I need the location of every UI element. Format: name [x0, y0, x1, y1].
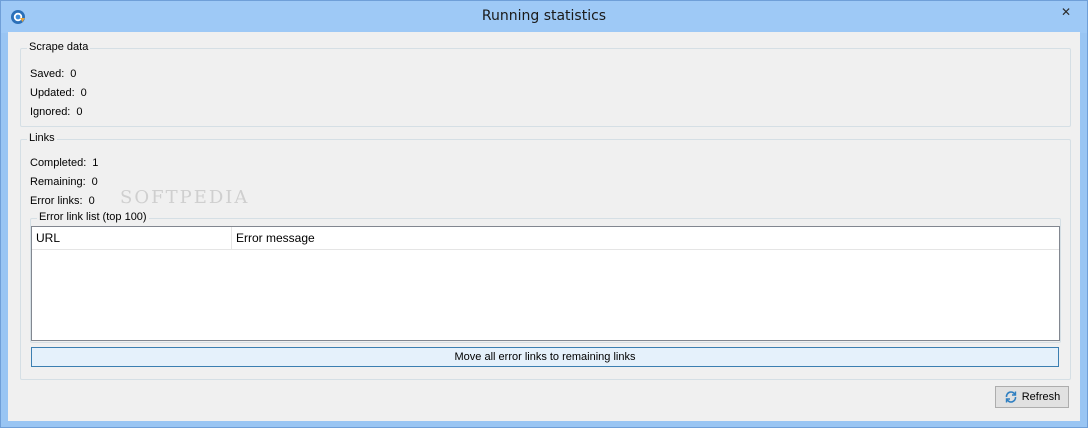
updated-value: 0: [80, 87, 87, 99]
move-error-links-button[interactable]: Move all error links to remaining links: [31, 347, 1059, 367]
links-group: Links Completed: 1 Remaining: 0 Error link…: [20, 132, 1071, 380]
error-links-label: Error links:: [30, 195, 83, 207]
scrape-data-group: Scrape data Saved: 0 Updated: 0 Ignored: 0: [20, 41, 1071, 127]
close-icon: ✕: [1060, 5, 1072, 19]
refresh-button[interactable]: Refresh: [995, 386, 1069, 408]
updated-row: Updated: 0: [30, 86, 87, 100]
error-links-value: 0: [88, 195, 95, 207]
updated-label: Updated:: [30, 87, 75, 99]
remaining-row: Remaining: 0: [30, 175, 98, 189]
saved-label: Saved:: [30, 68, 65, 80]
remaining-value: 0: [91, 176, 98, 188]
remaining-label: Remaining:: [30, 176, 86, 188]
table-header: URL Error message: [32, 227, 1059, 250]
refresh-icon: [1005, 391, 1017, 403]
refresh-label: Refresh: [1021, 391, 1061, 403]
column-header-error-message[interactable]: Error message: [232, 227, 1059, 249]
ignored-row: Ignored: 0: [30, 105, 83, 119]
saved-value: 0: [70, 68, 77, 80]
column-header-url[interactable]: URL: [32, 227, 232, 249]
softpedia-watermark: SOFTPEDIA: [120, 187, 250, 208]
completed-label: Completed:: [30, 157, 87, 169]
window-title: Running statistics: [481, 8, 607, 24]
saved-row: Saved: 0: [30, 67, 76, 81]
completed-value: 1: [92, 157, 99, 169]
title-bar[interactable]: Running statistics ✕: [1, 1, 1087, 33]
ignored-value: 0: [76, 106, 83, 118]
client-area: Scrape data Saved: 0 Updated: 0 Ignored: 0 …: [8, 32, 1080, 421]
links-group-title: Links: [27, 132, 57, 144]
error-links-table[interactable]: URL Error message: [31, 226, 1060, 341]
ignored-label: Ignored:: [30, 106, 71, 118]
close-button[interactable]: ✕: [1051, 2, 1081, 22]
scrape-data-group-title: Scrape data: [27, 41, 91, 53]
error-links-row: Error links: 0: [30, 194, 95, 208]
statistics-window: Running statistics ✕ Scrape data Saved: 0…: [0, 0, 1088, 428]
completed-row: Completed: 1: [30, 156, 98, 170]
error-link-list-title: Error link list (top 100): [37, 211, 149, 223]
